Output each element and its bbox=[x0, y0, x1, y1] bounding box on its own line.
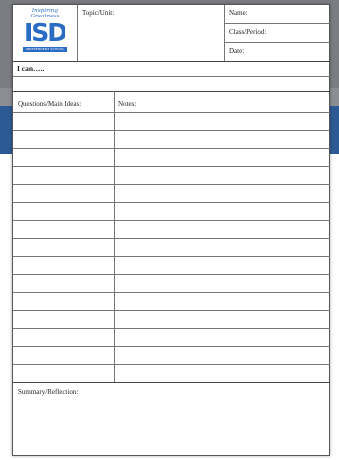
notes-cell[interactable] bbox=[116, 311, 329, 327]
summary-reflection-label: Summary/Reflection: bbox=[18, 388, 79, 396]
header-row-divider-2 bbox=[224, 42, 330, 43]
class-period-field[interactable] bbox=[275, 25, 329, 41]
question-cell[interactable] bbox=[14, 365, 113, 381]
summary-reflection-field[interactable] bbox=[14, 399, 329, 454]
objective-field-line-2[interactable] bbox=[14, 77, 329, 91]
question-cell[interactable] bbox=[14, 329, 113, 345]
notes-cell[interactable] bbox=[116, 113, 329, 129]
notes-cell[interactable] bbox=[116, 275, 329, 291]
question-cell[interactable] bbox=[14, 221, 113, 237]
question-cell[interactable] bbox=[14, 149, 113, 165]
name-label: Name: bbox=[229, 9, 248, 17]
topic-unit-label: Topic/Unit: bbox=[82, 9, 115, 17]
notes-label: Notes: bbox=[118, 100, 137, 108]
notes-cell[interactable] bbox=[116, 185, 329, 201]
notes-cell[interactable] bbox=[116, 239, 329, 255]
question-cell[interactable] bbox=[14, 311, 113, 327]
header-divider-right bbox=[224, 5, 225, 61]
question-cell[interactable] bbox=[14, 257, 113, 273]
questions-main-ideas-label: Questions/Main Ideas: bbox=[18, 100, 82, 108]
question-cell[interactable] bbox=[14, 185, 113, 201]
question-cell[interactable] bbox=[14, 167, 113, 183]
question-cell[interactable] bbox=[14, 203, 113, 219]
class-period-label: Class/Period: bbox=[229, 28, 267, 36]
name-field[interactable] bbox=[253, 7, 329, 21]
objective-field-line-1[interactable] bbox=[53, 62, 329, 76]
logo-subtitle: INDEPENDENT SCHOOL DISTRICT bbox=[23, 47, 67, 56]
question-cell[interactable] bbox=[14, 239, 113, 255]
question-cell[interactable] bbox=[14, 293, 113, 309]
date-field[interactable] bbox=[247, 44, 329, 60]
objective-label: I can….. bbox=[17, 64, 45, 73]
logo-letters: ISD bbox=[25, 18, 65, 46]
notes-cell[interactable] bbox=[116, 365, 329, 381]
district-logo: Inspiring Greatness ISD INDEPENDENT SCHO… bbox=[17, 8, 73, 56]
notes-cell[interactable] bbox=[116, 329, 329, 345]
notes-cell[interactable] bbox=[116, 347, 329, 363]
header-row-divider-1 bbox=[224, 23, 330, 24]
question-cell[interactable] bbox=[14, 131, 113, 147]
notes-cell[interactable] bbox=[116, 293, 329, 309]
question-cell[interactable] bbox=[14, 113, 113, 129]
logo-isd-mark: ISD bbox=[25, 17, 65, 46]
notes-cell[interactable] bbox=[116, 149, 329, 165]
notes-cell[interactable] bbox=[116, 167, 329, 183]
topic-unit-field[interactable] bbox=[78, 20, 224, 61]
cornell-notes-sheet: Inspiring Greatness ISD INDEPENDENT SCHO… bbox=[12, 4, 330, 456]
notes-cell[interactable] bbox=[116, 221, 329, 237]
notes-cell[interactable] bbox=[116, 203, 329, 219]
question-cell[interactable] bbox=[14, 275, 113, 291]
notes-bottom-border bbox=[13, 382, 330, 383]
notes-cell[interactable] bbox=[116, 257, 329, 273]
question-cell[interactable] bbox=[14, 347, 113, 363]
notes-cell[interactable] bbox=[116, 131, 329, 147]
date-label: Date: bbox=[229, 47, 245, 55]
objective-bottom-border bbox=[13, 91, 330, 92]
notes-column-divider bbox=[114, 91, 115, 382]
